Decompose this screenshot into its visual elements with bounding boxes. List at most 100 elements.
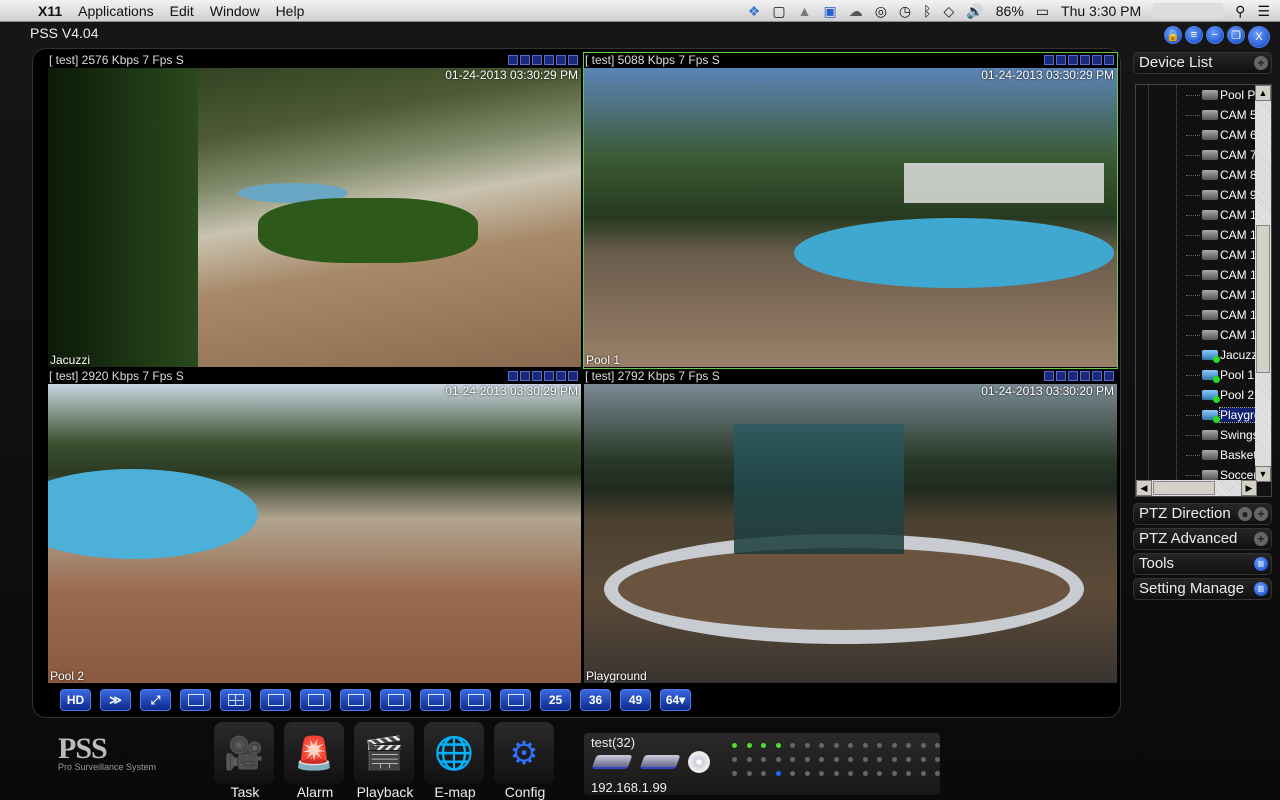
device-tree-item[interactable]: Pool 1 <box>1186 365 1258 385</box>
layout-36-button[interactable]: 36 <box>580 689 611 711</box>
expand-icon[interactable]: + <box>1254 532 1268 546</box>
close-video-icon[interactable] <box>1104 55 1114 65</box>
device-tree-item[interactable]: CAM 1 <box>1186 305 1258 325</box>
close-video-icon[interactable] <box>568 371 578 381</box>
device-tree-item[interactable]: CAM 8 <box>1186 165 1258 185</box>
device-tree-item[interactable]: Pool P <box>1186 85 1258 105</box>
device-tree-item[interactable]: CAM 9 <box>1186 185 1258 205</box>
volume-icon[interactable]: 🔊 <box>966 3 983 20</box>
device-tree-item[interactable]: Swings <box>1186 425 1258 445</box>
emap-button[interactable]: 🌐 E-map <box>424 722 486 800</box>
device-tree-item[interactable]: Basketball <box>1186 445 1258 465</box>
device-tree-item[interactable]: Pool 2 <box>1186 385 1258 405</box>
time-machine-icon[interactable]: ◷ <box>899 3 911 20</box>
drive-icon[interactable]: ▲ <box>798 3 812 19</box>
device-tree-item[interactable]: CAM 1 <box>1186 225 1258 245</box>
clock[interactable]: Thu 3:30 PM <box>1061 3 1141 19</box>
layout-4-button[interactable] <box>220 689 251 711</box>
lock-button[interactable]: 🔒 <box>1164 26 1182 44</box>
device-tree-item[interactable]: CAM 1 <box>1186 265 1258 285</box>
dropbox-icon[interactable]: ❖ <box>748 3 761 20</box>
device-tree-item[interactable]: CAM 1 <box>1186 285 1258 305</box>
device-tree-item[interactable]: CAM 1 <box>1186 205 1258 225</box>
menu-applications[interactable]: Applications <box>70 3 162 19</box>
scrollbar-thumb[interactable] <box>1256 225 1270 373</box>
layout-49-button[interactable]: 49 <box>620 689 651 711</box>
horizontal-scrollbar[interactable]: ◀ ▶ <box>1136 480 1257 496</box>
layout-icon[interactable] <box>508 371 518 381</box>
minimize-button[interactable]: − <box>1206 26 1224 44</box>
bluetooth-icon[interactable]: ᛒ <box>923 3 931 19</box>
list-icon[interactable]: ☰ <box>1257 3 1270 20</box>
sequence-button[interactable]: ≫ <box>100 689 131 711</box>
layout-icon[interactable] <box>508 55 518 65</box>
restore-button[interactable]: ❐ <box>1227 26 1245 44</box>
record-icon[interactable] <box>1068 55 1078 65</box>
grid-icon[interactable] <box>520 371 530 381</box>
close-button[interactable]: X <box>1248 26 1270 48</box>
record-icon[interactable] <box>532 371 542 381</box>
fullscreen-button[interactable]: ⤢ <box>140 689 171 711</box>
grid-icon[interactable] <box>1056 55 1066 65</box>
audio-icon[interactable] <box>556 55 566 65</box>
snapshot-icon[interactable] <box>544 371 554 381</box>
layout-1-button[interactable] <box>180 689 211 711</box>
snapshot-icon[interactable] <box>544 55 554 65</box>
device-tree-item[interactable]: CAM 7 <box>1186 145 1258 165</box>
layout-10-button[interactable] <box>380 689 411 711</box>
expand-icon[interactable]: + <box>1254 56 1268 70</box>
expand-icon[interactable]: + <box>1254 507 1268 521</box>
layout-8-button[interactable] <box>300 689 331 711</box>
vertical-scrollbar[interactable]: ▲ ▼ <box>1255 85 1271 482</box>
layout-13-button[interactable] <box>420 689 451 711</box>
battery-icon[interactable]: ▭ <box>1036 3 1049 20</box>
task-button[interactable]: 🎥 Task <box>214 722 276 800</box>
wifi-icon[interactable]: ◇ <box>944 3 955 20</box>
snapshot-icon[interactable] <box>1080 371 1090 381</box>
device-tree-item[interactable]: Playground <box>1186 405 1259 425</box>
device-tree-item[interactable]: Jacuzzi <box>1186 345 1258 365</box>
device-tree-item[interactable]: CAM 1 <box>1186 245 1258 265</box>
evernote-icon[interactable]: ▢ <box>772 3 785 20</box>
search-icon[interactable]: ⚲ <box>1235 3 1245 20</box>
grid-icon[interactable] <box>1056 371 1066 381</box>
list-icon[interactable]: ≡ <box>1254 582 1268 596</box>
layout-icon[interactable] <box>1044 371 1054 381</box>
device-list-header[interactable]: Device List + <box>1133 52 1272 74</box>
scroll-down-arrow[interactable]: ▼ <box>1255 466 1271 482</box>
ptz-advanced-header[interactable]: PTZ Advanced + <box>1133 528 1272 550</box>
layout-64-button[interactable]: 64▾ <box>660 689 691 711</box>
ptz-direction-header[interactable]: PTZ Direction ● + <box>1133 503 1272 525</box>
layout-16-button[interactable] <box>460 689 491 711</box>
layout-20-button[interactable] <box>500 689 531 711</box>
menu-window[interactable]: Window <box>202 3 268 19</box>
menu-edit[interactable]: Edit <box>162 3 202 19</box>
record-icon[interactable] <box>1068 371 1078 381</box>
cloud-icon[interactable]: ☁ <box>849 3 863 20</box>
teamviewer-icon[interactable]: ▣ <box>823 3 836 20</box>
layout-9-button[interactable] <box>340 689 371 711</box>
video-quad-1[interactable]: [ test] 2576 Kbps 7 Fps S 01-24-2013 03:… <box>48 53 581 368</box>
config-button[interactable]: ⚙ Config <box>494 722 556 800</box>
audio-icon[interactable] <box>1092 55 1102 65</box>
audio-icon[interactable] <box>556 371 566 381</box>
opera-icon[interactable]: ◎ <box>875 3 887 20</box>
grid-icon[interactable] <box>520 55 530 65</box>
scroll-right-arrow[interactable]: ▶ <box>1241 480 1257 496</box>
setting-manage-header[interactable]: Setting Manage ≡ <box>1133 578 1272 600</box>
close-video-icon[interactable] <box>568 55 578 65</box>
tools-header[interactable]: Tools ≡ <box>1133 553 1272 575</box>
scroll-up-arrow[interactable]: ▲ <box>1255 85 1271 101</box>
playback-button[interactable]: 🎬 Playback <box>354 722 416 800</box>
menu-app-x11[interactable]: X11 <box>30 3 70 19</box>
record-icon[interactable] <box>532 55 542 65</box>
audio-icon[interactable] <box>1092 371 1102 381</box>
device-tree-item[interactable]: CAM 6 <box>1186 125 1258 145</box>
list-icon[interactable]: ≡ <box>1254 557 1268 571</box>
lock-icon[interactable]: ● <box>1238 507 1252 521</box>
alarm-button[interactable]: 🚨 Alarm <box>284 722 346 800</box>
device-tree-item[interactable]: CAM 1 <box>1186 325 1258 345</box>
menu-help[interactable]: Help <box>268 3 313 19</box>
scroll-left-arrow[interactable]: ◀ <box>1136 480 1152 496</box>
video-quad-4[interactable]: [ test] 2792 Kbps 7 Fps S 01-24-2013 03:… <box>584 369 1117 684</box>
